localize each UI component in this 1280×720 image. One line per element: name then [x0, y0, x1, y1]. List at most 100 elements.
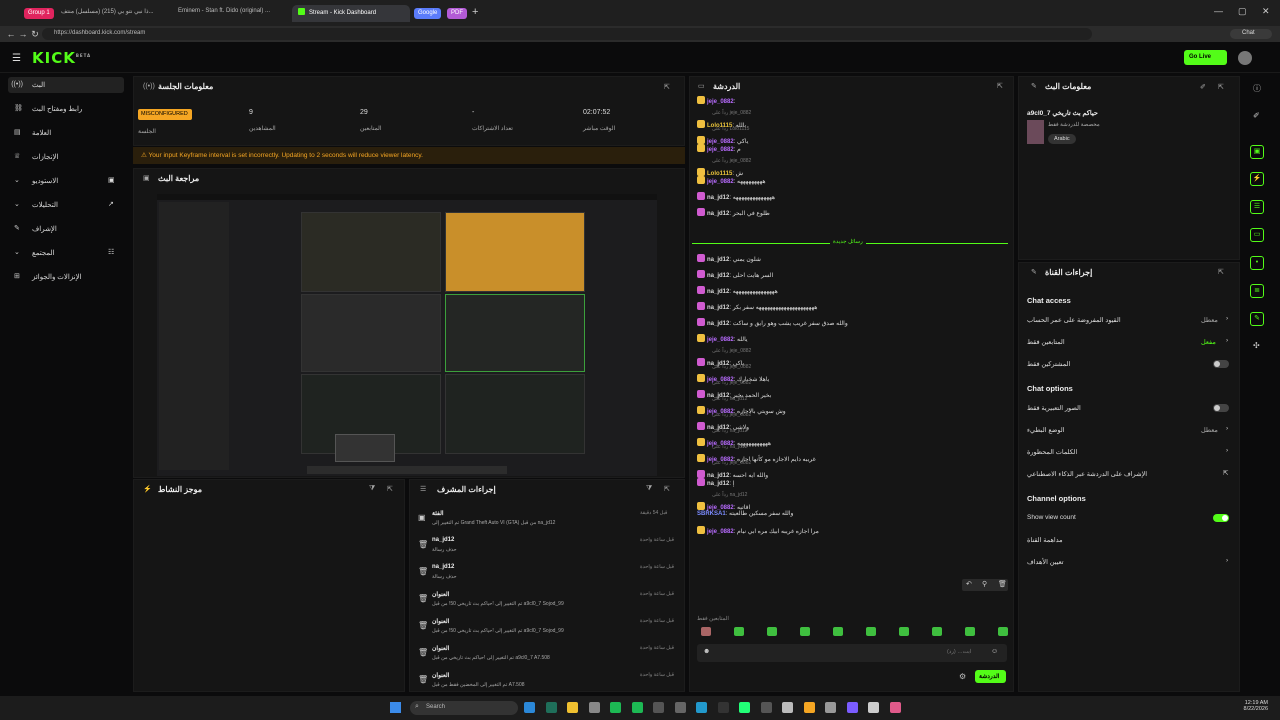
- chat-message[interactable]: na_jd12: ههههههههههههههه: [697, 192, 1007, 203]
- taskbar-app-icon[interactable]: [567, 702, 578, 713]
- sidebar-item-achievements[interactable]: ♕ الإنجازات: [8, 149, 124, 165]
- chat-message[interactable]: SBRKSA1: والله سفر مسكين طالعيته: [697, 510, 1007, 521]
- clock[interactable]: 12:19 AM 8/22/2026: [1228, 700, 1268, 712]
- emote-icon[interactable]: [899, 627, 909, 636]
- chat-username[interactable]: jeje_0882: [707, 529, 734, 535]
- taskbar-app-icon[interactable]: [545, 702, 557, 713]
- popout-icon[interactable]: ⇱: [1218, 268, 1224, 276]
- delete-icon[interactable]: 🗑: [998, 580, 1007, 588]
- taskbar-app-icon[interactable]: [760, 702, 772, 713]
- browser-tab[interactable]: Eminem - Stan ft. Dido (original) ...: [172, 5, 287, 22]
- info-icon[interactable]: ⓘ: [1253, 83, 1261, 94]
- taskbar-app-icon[interactable]: [674, 702, 686, 713]
- emote-icon[interactable]: [866, 627, 876, 636]
- chevron-right-icon[interactable]: ›: [1226, 447, 1228, 454]
- sidebar-item-analytics[interactable]: ⌄ التحليلات ↗: [8, 197, 124, 213]
- channel-action-row[interactable]: الكلمات المحظورة ›: [1027, 447, 1232, 460]
- menu-icon[interactable]: ☰: [12, 53, 21, 64]
- taskbar-app-icon[interactable]: [889, 702, 901, 713]
- chat-username[interactable]: jeje_0882: [707, 147, 734, 153]
- chevron-right-icon[interactable]: ›: [1226, 337, 1228, 344]
- chat-message[interactable]: jeje_0882: م: [697, 144, 1007, 155]
- chat-message[interactable]: jeje_0882: يالله: [697, 334, 1007, 345]
- sidebar-item-studio[interactable]: ⌄ الاستوديو ▣: [8, 173, 124, 189]
- taskbar-app-icon[interactable]: [524, 702, 535, 713]
- chat-message[interactable]: na_jd12: طلوع في البحر: [697, 208, 1007, 219]
- tab-group-google[interactable]: Google: [414, 8, 442, 19]
- chat-username[interactable]: na_jd12: [707, 289, 729, 295]
- channel-action-row[interactable]: الإشراف على الدردشة عبر الذكاء الاصطناعي…: [1027, 470, 1232, 482]
- popout-icon[interactable]: ⇱: [664, 485, 670, 493]
- channel-action-row[interactable]: القيود المفروضة على عمر الحساب معطل ›: [1027, 315, 1232, 328]
- close-window-icon[interactable]: ✕: [1262, 6, 1270, 17]
- channel-action-row[interactable]: مداهمة القناة: [1027, 536, 1232, 548]
- taskbar-app-icon[interactable]: [631, 702, 643, 713]
- popout-icon[interactable]: ⇱: [1218, 83, 1224, 91]
- toggle-switch[interactable]: [1213, 360, 1229, 368]
- tab-group-1[interactable]: Group 1: [24, 8, 54, 19]
- emote-icon[interactable]: [965, 627, 975, 636]
- reload-icon[interactable]: ↻: [30, 29, 40, 39]
- chevron-right-icon[interactable]: ›: [1226, 557, 1228, 564]
- chat-message[interactable]: na_jd12: هههههههههههههههههههههه سفر بكر: [697, 302, 1007, 313]
- sidebar-item-community[interactable]: ⌄ المجتمع ☷: [8, 245, 124, 261]
- chat-icon[interactable]: ▭: [1250, 228, 1264, 242]
- chat-message[interactable]: na_jd12: شلون يمني: [697, 254, 1007, 265]
- sidebar-item-stream[interactable]: ((•)) البث: [8, 77, 124, 93]
- chat-username[interactable]: jeje_0882: [707, 99, 734, 105]
- toggle-switch[interactable]: [1213, 514, 1229, 522]
- taskbar-app-icon[interactable]: [588, 702, 600, 713]
- sidebar-item-drops[interactable]: ⊞ الإنزالات والجوائز: [8, 269, 124, 285]
- chat-username[interactable]: SBRKSA1: [697, 511, 726, 517]
- popout-icon[interactable]: ⇱: [664, 83, 670, 91]
- chat-message[interactable]: jeje_0882: هههههههههه: [697, 176, 1007, 187]
- maximize-icon[interactable]: ▢: [1238, 6, 1247, 17]
- chat-username[interactable]: jeje_0882: [707, 179, 734, 185]
- channel-action-row[interactable]: Show view count: [1027, 514, 1232, 526]
- taskbar-app-icon[interactable]: [825, 702, 836, 713]
- puzzle-icon[interactable]: ✣: [1253, 341, 1260, 350]
- stream-preview-video[interactable]: [157, 194, 657, 476]
- toggle-switch[interactable]: [1213, 404, 1229, 412]
- settings-gear-icon[interactable]: ⚙: [959, 672, 966, 681]
- back-icon[interactable]: ←: [6, 29, 16, 39]
- emoji-icon[interactable]: ☻: [703, 648, 710, 655]
- filter-icon[interactable]: ⧩: [646, 485, 652, 493]
- popout-icon[interactable]: ⇱: [997, 82, 1003, 90]
- chat-username[interactable]: na_jd12: [707, 273, 729, 279]
- taskbar-app-icon[interactable]: [717, 702, 729, 713]
- pin-icon[interactable]: ⚲: [982, 580, 987, 588]
- emote-icon[interactable]: [734, 627, 744, 636]
- channel-action-row[interactable]: المتابعين فقط مفعل ›: [1027, 337, 1232, 350]
- chat-message[interactable]: na_jd12: السر هايت احلى: [697, 270, 1007, 281]
- chat-message[interactable]: na_jd12: هههههههههههههههه: [697, 286, 1007, 297]
- kick-logo[interactable]: KICKBETA: [32, 49, 91, 67]
- channel-action-row[interactable]: الوضع البطيء معطل ›: [1027, 425, 1232, 438]
- chat-message[interactable]: na_jd12: إ: [697, 478, 1007, 489]
- taskbar-app-icon[interactable]: [782, 702, 793, 713]
- taskbar-app-icon[interactable]: [739, 702, 750, 713]
- smile-icon[interactable]: ☺: [991, 648, 998, 655]
- broadcast-icon[interactable]: •: [1250, 256, 1264, 270]
- taskbar-app-icon[interactable]: [803, 702, 815, 713]
- new-tab-icon[interactable]: +: [472, 6, 478, 18]
- popout-icon[interactable]: ⇱: [387, 485, 393, 493]
- emote-icon[interactable]: [998, 627, 1008, 636]
- minimize-icon[interactable]: —: [1214, 6, 1223, 16]
- chevron-right-icon[interactable]: ›: [1226, 315, 1228, 322]
- forward-icon[interactable]: →: [18, 29, 28, 39]
- lightning-icon[interactable]: ⚡: [1250, 172, 1264, 186]
- edit-icon[interactable]: ✐: [1200, 83, 1206, 91]
- filter-icon[interactable]: ⧩: [369, 485, 375, 493]
- chat-message[interactable]: jeje_0882: مرا اجازه غريبه ابيك مره ابي …: [697, 526, 1007, 537]
- url-field[interactable]: https://dashboard.kick.com/stream: [42, 28, 1092, 40]
- chat-username[interactable]: na_jd12: [707, 211, 729, 217]
- browser-tab-active[interactable]: Stream - Kick Dashboard: [292, 5, 410, 22]
- emote-icon[interactable]: [767, 627, 777, 636]
- taskbar-app-icon[interactable]: [868, 702, 879, 713]
- chat-button[interactable]: Chat: [1230, 29, 1272, 39]
- avatar[interactable]: [1238, 51, 1252, 65]
- taskbar-app-icon[interactable]: [696, 702, 707, 713]
- sidebar-item-brand[interactable]: ▤ العلامة: [8, 125, 124, 141]
- channel-action-row[interactable]: تعيين الأهداف ›: [1027, 557, 1232, 570]
